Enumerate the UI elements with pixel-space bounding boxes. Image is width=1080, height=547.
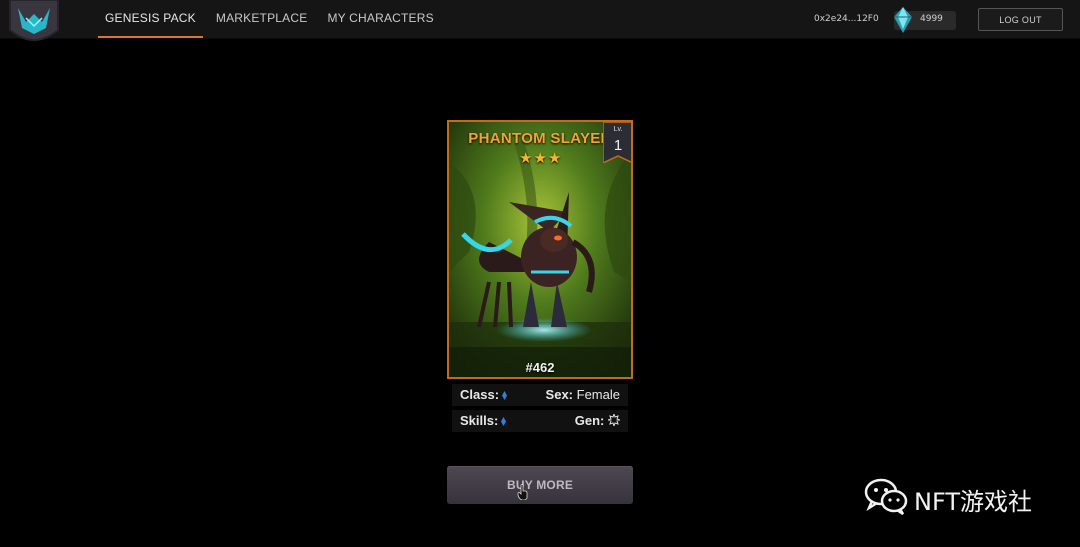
gem-count: 4999 bbox=[920, 14, 943, 24]
attribute-row-class-sex: Class: Sex: Female bbox=[452, 384, 628, 406]
character-id: #462 bbox=[525, 360, 555, 375]
level-label: Lv. bbox=[613, 126, 623, 133]
logout-button[interactable]: LOG OUT bbox=[978, 8, 1063, 31]
skills-attribute: Skills: bbox=[460, 413, 507, 428]
gen-label: Gen: bbox=[574, 413, 605, 428]
wechat-icon bbox=[864, 478, 908, 515]
sex-value: Female bbox=[576, 387, 620, 402]
sex-label: Sex: bbox=[545, 387, 574, 402]
level-value: 1 bbox=[613, 137, 623, 154]
skills-label: Skills: bbox=[460, 413, 499, 428]
game-logo-icon[interactable] bbox=[6, 0, 62, 48]
nav-marketplace[interactable]: MARKETPLACE bbox=[209, 0, 315, 38]
nav-my-characters[interactable]: MY CHARACTERS bbox=[320, 0, 440, 38]
top-bar: GENESIS PACK MARKETPLACE MY CHARACTERS 0… bbox=[0, 0, 1080, 41]
gen-icon bbox=[606, 412, 622, 428]
star-rating: ★★★ bbox=[519, 150, 563, 167]
gem-icon bbox=[894, 7, 912, 33]
class-attribute: Class: bbox=[460, 387, 508, 402]
main-nav: GENESIS PACK MARKETPLACE MY CHARACTERS bbox=[98, 0, 447, 38]
watermark-text: NFT游戏社 bbox=[914, 488, 1032, 516]
character-card[interactable]: PHANTOM SLAYER ★★★ Lv. 1 #462 bbox=[447, 120, 633, 379]
nav-genesis-pack[interactable]: GENESIS PACK bbox=[98, 0, 203, 38]
skills-diamond-icon bbox=[501, 414, 507, 426]
sex-attribute: Sex: Female bbox=[546, 387, 620, 402]
gen-attribute: Gen: bbox=[574, 412, 622, 428]
gem-balance: 4999 bbox=[894, 7, 956, 33]
attribute-row-skills-gen: Skills: Gen: bbox=[452, 410, 628, 432]
class-label: Class: bbox=[460, 387, 500, 402]
buy-more-button[interactable]: BUY MORE bbox=[447, 466, 633, 504]
hand-cursor-icon bbox=[517, 484, 528, 500]
class-diamond-icon bbox=[502, 388, 508, 400]
wallet-address: 0x2e24...12F0 bbox=[814, 14, 879, 24]
